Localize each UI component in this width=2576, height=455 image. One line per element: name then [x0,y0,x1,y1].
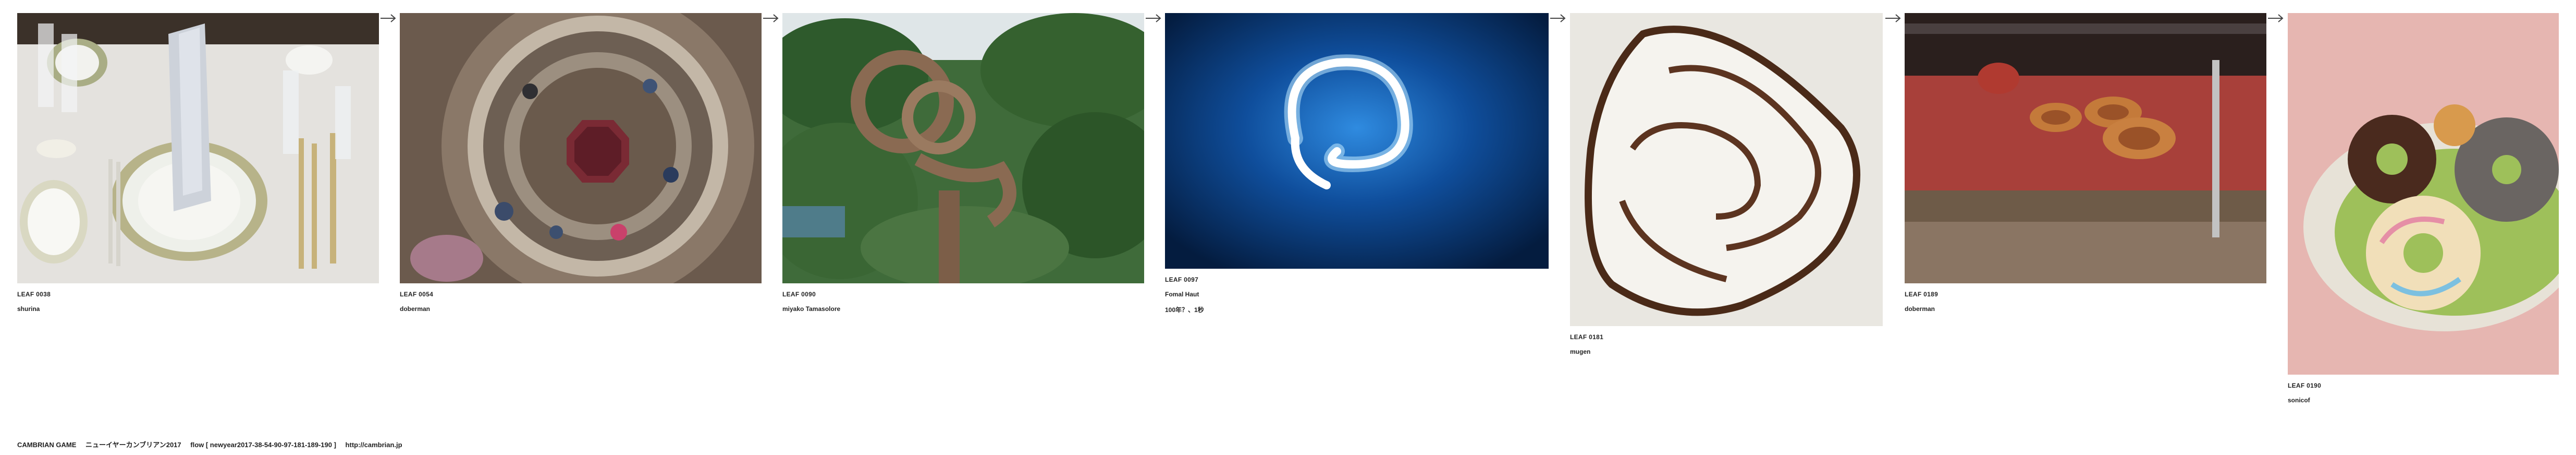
footer-flow: flow [ newyear2017-38-54-90-97-181-189-1… [190,441,336,449]
right-arrow-icon [2268,14,2284,22]
leaf-author[interactable]: shurina [17,305,379,313]
footer-title: ニューイヤーカンブリアン2017 [85,441,181,449]
footer: CAMBRIAN GAME ニューイヤーカンブリアン2017 flow [ ne… [17,439,402,449]
leaf-id[interactable]: LEAF 0190 [2288,382,2559,389]
leaf-card[interactable]: LEAF 0189 doberman [1905,13,2266,313]
twisted-pine-tree-photo[interactable] [782,13,1144,283]
leaf-card[interactable]: LEAF 0190 sonicof [2288,13,2559,404]
leaf-card[interactable]: LEAF 0038 shurina [17,13,379,313]
leaf-id[interactable]: LEAF 0054 [400,291,762,298]
donuts-plate-photo[interactable] [2288,13,2559,375]
sausage-showcase-photo[interactable] [1905,13,2266,283]
leaf-card[interactable]: LEAF 0090 miyako Tamasolore [782,13,1144,313]
leaf-card[interactable]: LEAF 0054 doberman [400,13,762,313]
glowing-ring-photo[interactable] [1165,13,1549,269]
right-arrow-icon [1550,14,1566,22]
leaf-author[interactable]: doberman [400,305,762,313]
right-arrow-icon [763,14,779,22]
leaf-author[interactable]: miyako Tamasolore [782,305,1144,313]
leaf-caption: 100年？、1秒 [1165,306,1204,314]
leaf-author[interactable]: doberman [1905,305,2266,313]
leaf-id[interactable]: LEAF 0181 [1570,333,1883,341]
footer-url-link[interactable]: http://cambrian.jp [346,441,402,449]
flow-page: LEAF 0038 shurina LEAF 0054 doberman LEA… [0,0,2576,455]
spiral-fishcake-photo[interactable] [1570,13,1883,326]
leaf-card[interactable]: LEAF 0097 Fomal Haut 100年？、1秒 [1165,13,1549,314]
leaf-author[interactable]: sonicof [2288,397,2559,404]
spiral-stairwell-photo[interactable] [400,13,762,283]
leaf-id[interactable]: LEAF 0090 [782,291,1144,298]
leaf-id[interactable]: LEAF 0038 [17,291,379,298]
leaf-card[interactable]: LEAF 0181 mugen [1570,13,1883,355]
leaf-author[interactable]: Fomal Haut [1165,291,1549,298]
right-arrow-icon [1885,14,1901,22]
dinner-table-setting-photo[interactable] [17,13,379,283]
leaf-id[interactable]: LEAF 0097 [1165,276,1549,283]
footer-game: CAMBRIAN GAME [17,441,77,449]
leaf-author[interactable]: mugen [1570,348,1883,355]
right-arrow-icon [1146,14,1161,22]
right-arrow-icon [381,14,396,22]
leaf-id[interactable]: LEAF 0189 [1905,291,2266,298]
